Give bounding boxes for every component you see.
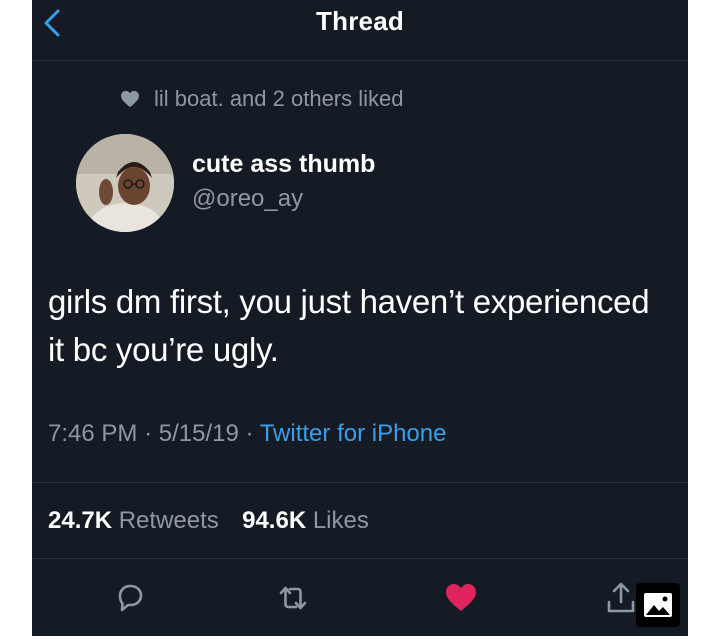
likes-label: Likes: [312, 507, 369, 534]
image-badge[interactable]: [636, 583, 680, 627]
tweet-date: 5/15/19: [158, 420, 239, 447]
share-button[interactable]: [603, 580, 639, 616]
tweet-screen: Thread lil boat. and 2 others liked cute…: [32, 0, 688, 636]
divider: [32, 482, 688, 483]
social-context-text: lil boat. and 2 others liked: [154, 86, 404, 111]
share-icon: [607, 582, 635, 613]
likes-stat[interactable]: 94.6K Likes: [242, 507, 369, 534]
retweet-button[interactable]: [275, 580, 311, 616]
nav-header: Thread: [32, 0, 688, 61]
tweet-meta: 7:46 PM · 5/15/19 · Twitter for iPhone: [48, 420, 446, 448]
author-handle[interactable]: @oreo_ay: [192, 185, 303, 213]
retweets-label: Retweets: [118, 507, 219, 534]
social-context[interactable]: lil boat. and 2 others liked: [120, 84, 404, 114]
heart-icon: [121, 90, 139, 108]
retweet-icon: [279, 586, 307, 610]
retweets-stat[interactable]: 24.7K Retweets: [48, 507, 219, 534]
tweet-source-link[interactable]: Twitter for iPhone: [260, 420, 447, 447]
page-title: Thread: [316, 6, 404, 36]
meta-separator: ·: [144, 420, 159, 447]
reply-icon: [118, 584, 143, 612]
author-display-name[interactable]: cute ass thumb: [192, 150, 375, 179]
likes-count: 94.6K: [242, 507, 307, 534]
avatar[interactable]: [76, 134, 174, 232]
like-heart-icon: [446, 584, 476, 611]
reply-button[interactable]: [112, 580, 148, 616]
divider: [32, 558, 688, 559]
meta-separator: ·: [245, 420, 260, 447]
tweet-stats: 24.7K Retweets 94.6K Likes: [48, 507, 369, 535]
tweet-time: 7:46 PM: [48, 420, 138, 447]
retweets-count: 24.7K: [48, 507, 113, 534]
like-button[interactable]: [443, 580, 479, 616]
tweet-text: girls dm first, you just haven’t experie…: [48, 283, 650, 368]
image-icon: [644, 593, 672, 617]
